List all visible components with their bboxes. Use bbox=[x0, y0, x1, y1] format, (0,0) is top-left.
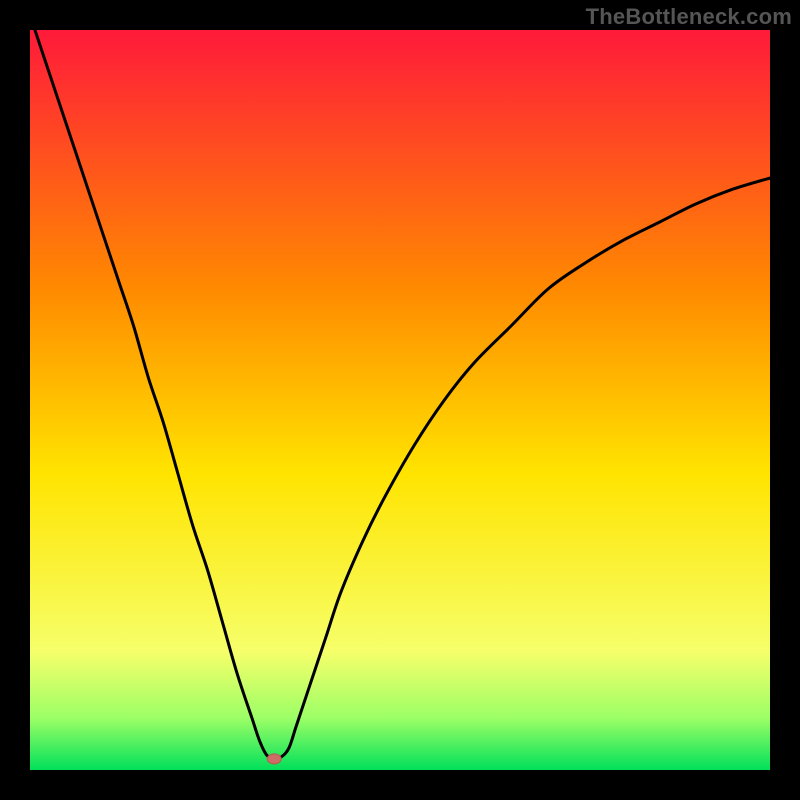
watermark-text: TheBottleneck.com bbox=[586, 4, 792, 30]
plot-area bbox=[30, 30, 770, 770]
chart-svg bbox=[30, 30, 770, 770]
gradient-background bbox=[30, 30, 770, 770]
chart-frame: TheBottleneck.com bbox=[0, 0, 800, 800]
optimum-marker bbox=[267, 754, 281, 764]
